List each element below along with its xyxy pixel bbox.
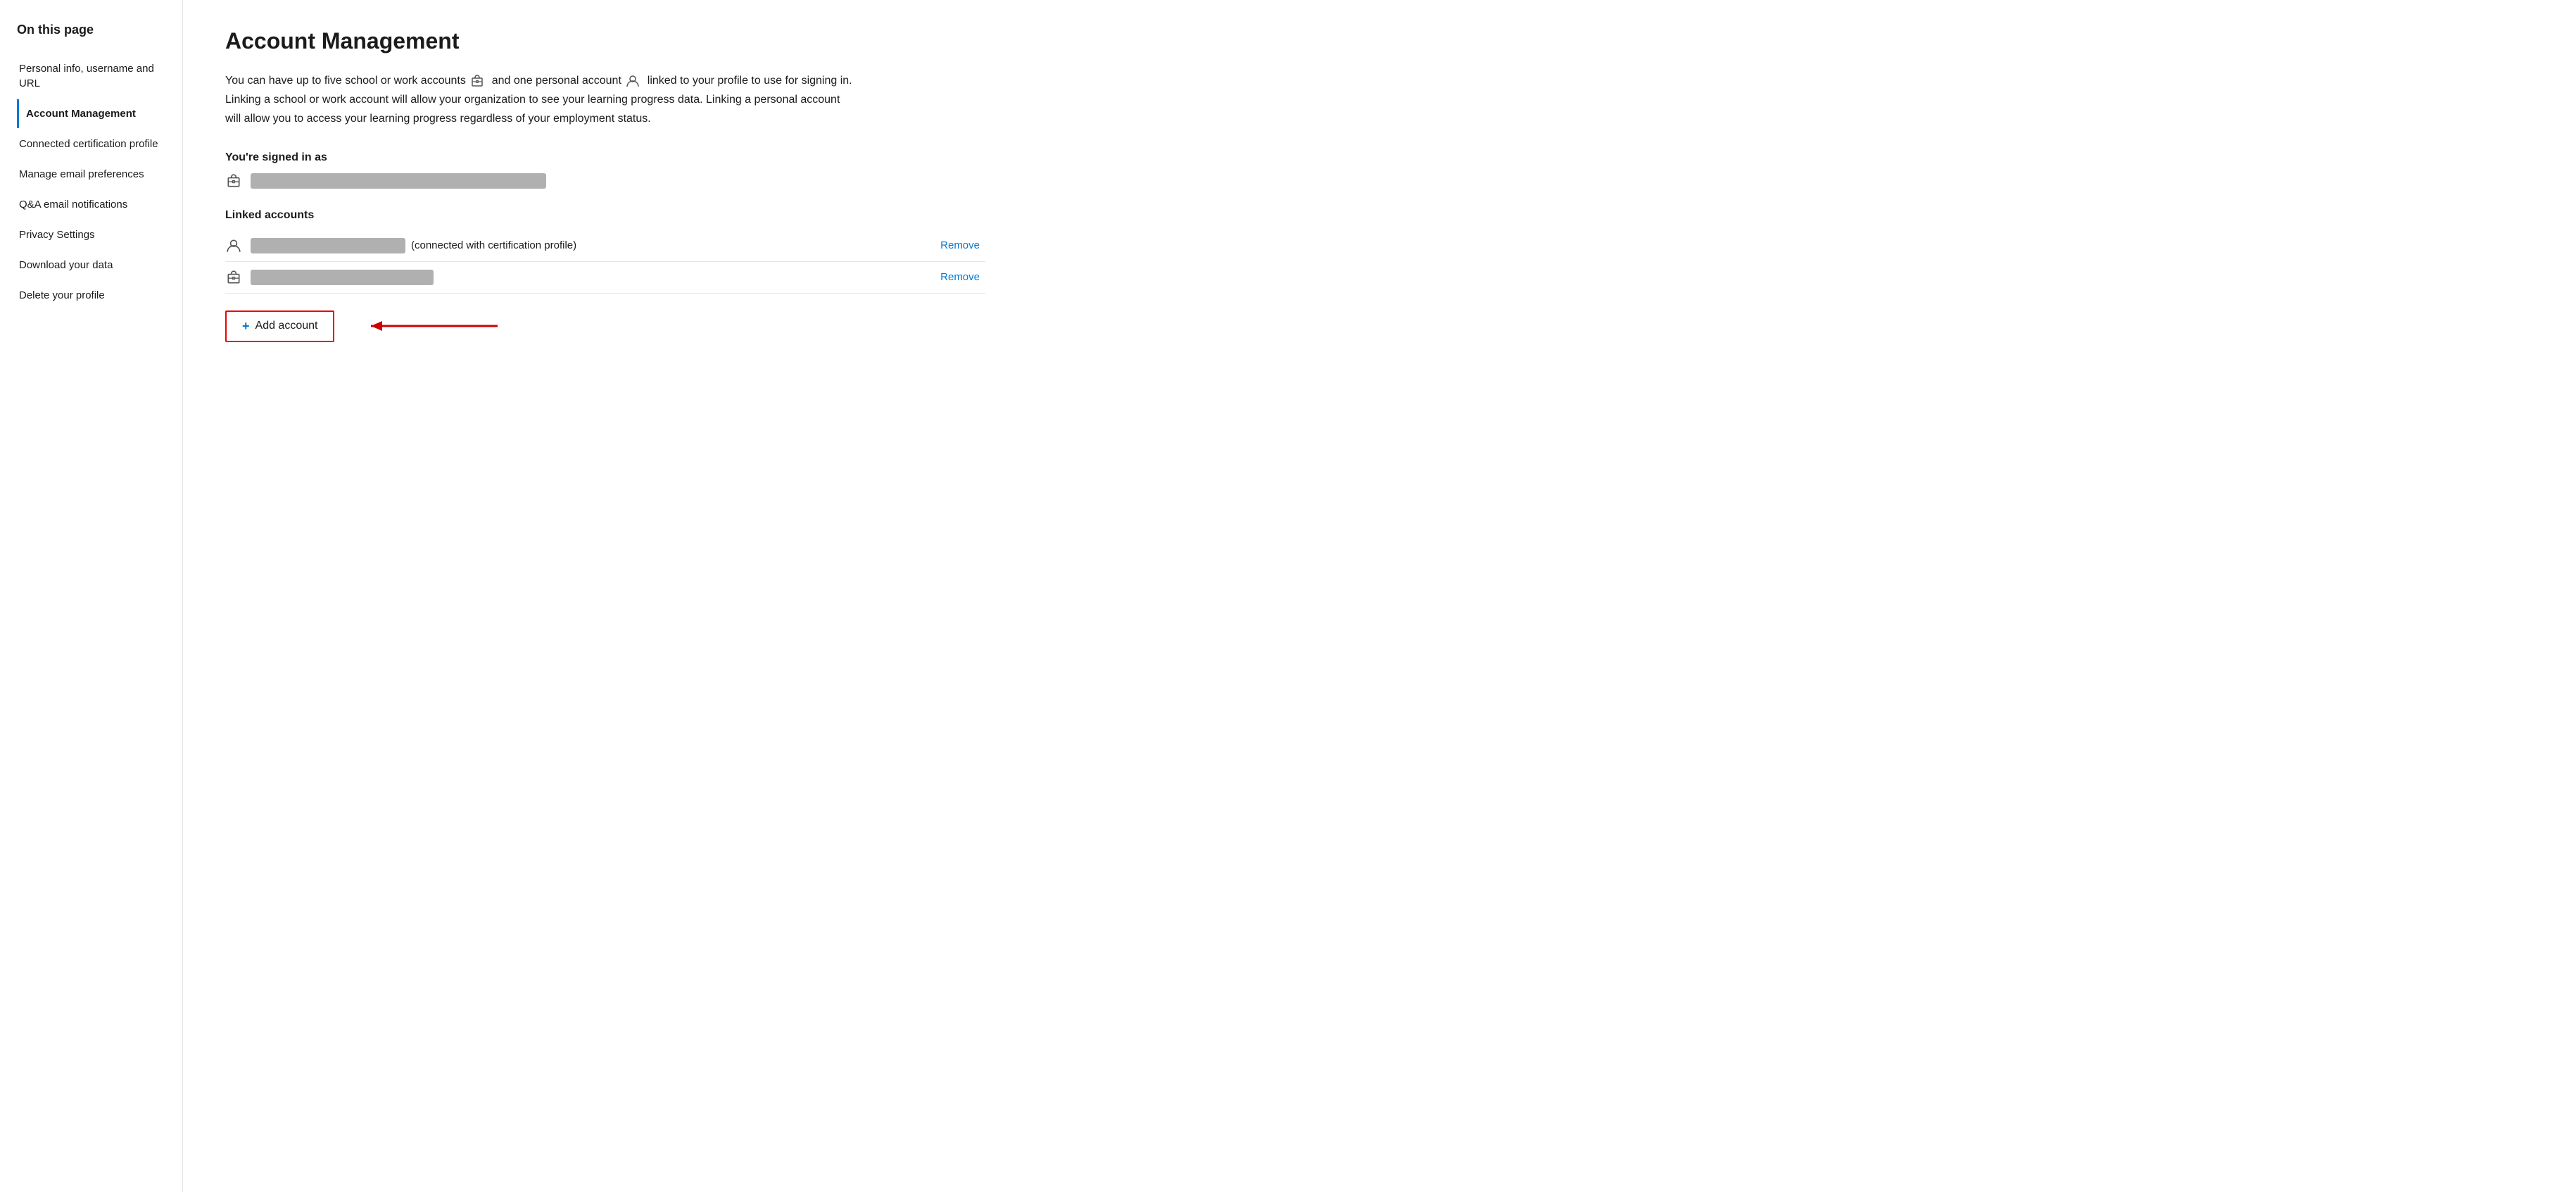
signed-in-email-bar: [251, 173, 546, 189]
main-content: Account Management You can have up to fi…: [183, 0, 1028, 1192]
signed-in-row: [225, 172, 985, 189]
add-account-button[interactable]: + Add account: [225, 310, 334, 342]
sidebar-item-download-data[interactable]: Download your data: [17, 251, 182, 280]
linked-personal-icon: [225, 237, 242, 254]
add-account-wrapper: + Add account: [225, 310, 985, 342]
sidebar-item-qa-email[interactable]: Q&A email notifications: [17, 190, 182, 219]
linked-work-icon: [225, 269, 242, 286]
description-text: You can have up to five school or work a…: [225, 71, 859, 129]
sidebar-item-manage-email[interactable]: Manage email preferences: [17, 160, 182, 189]
linked-accounts-label: Linked accounts: [225, 209, 985, 222]
linked-email-bar-1: [251, 270, 434, 285]
work-account-icon: [470, 74, 487, 88]
linked-account-text-1: [251, 270, 926, 285]
personal-account-icon: [626, 74, 643, 88]
add-account-label: Add account: [255, 320, 318, 332]
sidebar-item-account-management[interactable]: Account Management: [17, 99, 182, 128]
linked-email-bar-0: [251, 238, 405, 253]
remove-button-1[interactable]: Remove: [935, 271, 985, 283]
signed-in-label: You're signed in as: [225, 151, 985, 164]
sidebar-heading: On this page: [17, 23, 182, 37]
linked-accounts-section: Linked accounts (connected with certific…: [225, 209, 985, 294]
page-title: Account Management: [225, 28, 985, 54]
linked-account-text-0: (connected with certification profile): [251, 238, 926, 253]
remove-button-0[interactable]: Remove: [935, 239, 985, 251]
sidebar-item-personal-info[interactable]: Personal info, username and URL: [17, 54, 182, 98]
sidebar-item-privacy-settings[interactable]: Privacy Settings: [17, 220, 182, 249]
sidebar-item-connected-certification[interactable]: Connected certification profile: [17, 130, 182, 158]
linked-account-row-1: Remove: [225, 262, 985, 294]
red-arrow-svg: [357, 316, 512, 336]
arrow-annotation: [357, 316, 512, 336]
linked-account-row-0: (connected with certification profile) R…: [225, 230, 985, 262]
plus-icon: +: [242, 319, 250, 334]
signed-in-work-icon: [225, 172, 242, 189]
cert-note-0: (connected with certification profile): [411, 239, 576, 251]
sidebar-item-delete-profile[interactable]: Delete your profile: [17, 281, 182, 310]
sidebar: On this page Personal info, username and…: [0, 0, 183, 1192]
